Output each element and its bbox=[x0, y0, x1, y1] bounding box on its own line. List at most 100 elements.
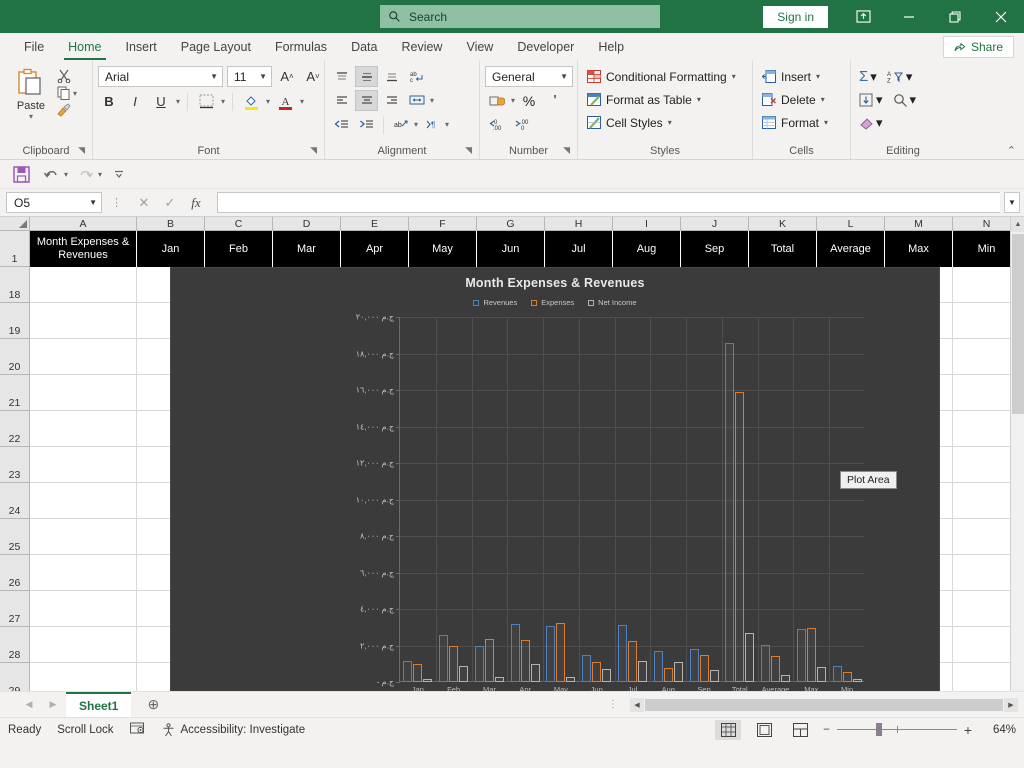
cell-B1[interactable]: Jan bbox=[137, 231, 205, 267]
bar-revenues-max[interactable] bbox=[796, 629, 806, 682]
scroll-left-button[interactable]: ◀ bbox=[630, 697, 644, 712]
formula-input[interactable] bbox=[217, 192, 1000, 213]
cell-C1[interactable]: Feb bbox=[205, 231, 273, 267]
bar-net-income-may[interactable] bbox=[566, 677, 576, 682]
tab-help[interactable]: Help bbox=[586, 34, 636, 60]
row-header-23[interactable]: 23 bbox=[0, 447, 29, 483]
number-format-select[interactable]: General ▼ bbox=[485, 66, 573, 87]
align-middle-button[interactable] bbox=[355, 66, 378, 87]
column-header-m[interactable]: M bbox=[885, 217, 953, 230]
scroll-up-button[interactable]: ▲ bbox=[1011, 217, 1024, 232]
font-name-select[interactable]: Arial ▼ bbox=[98, 66, 223, 87]
autosum-button[interactable]: Σ ▾ bbox=[856, 66, 880, 87]
fill-color-button[interactable] bbox=[240, 91, 262, 112]
clipboard-dialog-launcher[interactable]: ◥ bbox=[78, 142, 85, 158]
bar-revenues-apr[interactable] bbox=[510, 623, 520, 682]
increase-decimal-button[interactable]: .00 0 bbox=[511, 114, 535, 135]
undo-button[interactable] bbox=[38, 162, 64, 186]
tab-file[interactable]: File bbox=[12, 34, 56, 60]
tab-formulas[interactable]: Formulas bbox=[263, 34, 339, 60]
column-header-l[interactable]: L bbox=[817, 217, 885, 230]
bar-net-income-total[interactable] bbox=[745, 632, 755, 682]
bar-net-income-jul[interactable] bbox=[637, 661, 647, 682]
sheet-tab-sheet1[interactable]: Sheet1 bbox=[66, 692, 132, 717]
chevron-down-icon[interactable]: ▾ bbox=[29, 112, 33, 121]
sign-in-button[interactable]: Sign in bbox=[763, 5, 828, 28]
tab-view[interactable]: View bbox=[454, 34, 505, 60]
accessibility-status[interactable]: Accessibility: Investigate bbox=[161, 722, 305, 737]
add-sheet-icon[interactable]: ⊕ bbox=[141, 694, 165, 716]
font-color-button[interactable]: A bbox=[274, 91, 296, 112]
grow-font-button[interactable]: A ˄ bbox=[276, 66, 298, 87]
search-input[interactable]: Search bbox=[380, 5, 660, 28]
vertical-scrollbar[interactable]: ▲ bbox=[1010, 217, 1024, 691]
chevron-down-icon[interactable]: ▾ bbox=[511, 96, 515, 105]
zoom-slider[interactable]: − + bbox=[823, 722, 972, 738]
redo-button[interactable] bbox=[72, 162, 98, 186]
cell-E1[interactable]: Apr bbox=[341, 231, 409, 267]
clear-button[interactable]: ▾ bbox=[856, 112, 886, 133]
zoom-in-button[interactable]: + bbox=[964, 722, 972, 738]
bar-revenues-average[interactable] bbox=[761, 644, 771, 682]
chevron-down-icon[interactable]: ▾ bbox=[176, 97, 180, 106]
save-button[interactable] bbox=[8, 162, 34, 186]
next-sheet-icon[interactable]: ▶ bbox=[42, 694, 64, 716]
tab-developer[interactable]: Developer bbox=[505, 34, 586, 60]
chevron-down-icon[interactable]: ▾ bbox=[414, 120, 418, 129]
underline-button[interactable]: U bbox=[150, 91, 172, 112]
bar-net-income-min[interactable] bbox=[852, 679, 862, 682]
cell-M1[interactable]: Max bbox=[885, 231, 953, 267]
bar-net-income-apr[interactable] bbox=[530, 663, 540, 682]
chevron-down-icon[interactable]: ▾ bbox=[221, 97, 225, 106]
legend-item-expenses[interactable]: Expenses bbox=[531, 298, 574, 307]
format-cells-button[interactable]: Format ▾ bbox=[758, 112, 832, 133]
row-header-1[interactable]: 1 bbox=[0, 231, 29, 267]
bar-net-income-max[interactable] bbox=[816, 666, 826, 682]
merge-and-center-button[interactable] bbox=[405, 90, 428, 111]
bar-expenses-aug[interactable] bbox=[663, 668, 673, 682]
page-layout-view-icon[interactable] bbox=[751, 720, 777, 740]
row-header-29[interactable]: 29 bbox=[0, 663, 29, 691]
close-icon[interactable] bbox=[978, 0, 1024, 33]
row-header-26[interactable]: 26 bbox=[0, 555, 29, 591]
scroll-right-button[interactable]: ▶ bbox=[1004, 697, 1018, 712]
legend-item-revenues[interactable]: Revenues bbox=[473, 298, 517, 307]
bar-revenues-jun[interactable] bbox=[582, 654, 592, 682]
minimize-icon[interactable] bbox=[886, 0, 932, 33]
chevron-down-icon[interactable]: ▾ bbox=[430, 96, 434, 105]
cell-A1[interactable]: Month Expenses & Revenues bbox=[30, 231, 137, 267]
decrease-indent-button[interactable] bbox=[330, 114, 353, 135]
bar-revenues-min[interactable] bbox=[832, 665, 842, 682]
row-header-27[interactable]: 27 bbox=[0, 591, 29, 627]
ribbon-display-options-icon[interactable] bbox=[840, 0, 886, 33]
alignment-dialog-launcher[interactable]: ◥ bbox=[465, 142, 472, 158]
chevron-down-icon[interactable]: ▾ bbox=[73, 89, 77, 98]
row-header-25[interactable]: 25 bbox=[0, 519, 29, 555]
comma-style-button[interactable]: ' bbox=[543, 90, 567, 111]
chevron-down-icon[interactable]: ▾ bbox=[445, 120, 449, 129]
increase-indent-button[interactable] bbox=[355, 114, 378, 135]
legend-item-net-income[interactable]: Net Income bbox=[588, 298, 637, 307]
align-top-button[interactable] bbox=[330, 66, 353, 87]
bold-button[interactable]: B bbox=[98, 91, 120, 112]
sort-and-filter-button[interactable]: A Z ▾ bbox=[884, 66, 916, 87]
column-header-e[interactable]: E bbox=[341, 217, 409, 230]
customize-quick-access-toolbar-icon[interactable] bbox=[106, 162, 132, 186]
vertical-scroll-thumb[interactable] bbox=[1012, 234, 1024, 414]
find-and-select-button[interactable]: ▾ bbox=[890, 89, 920, 110]
bar-expenses-apr[interactable] bbox=[520, 640, 530, 682]
expand-formula-bar-icon[interactable]: ▼ bbox=[1004, 192, 1020, 213]
select-all-corner[interactable] bbox=[0, 217, 30, 231]
bar-revenues-aug[interactable] bbox=[653, 650, 663, 682]
row-header-19[interactable]: 19 bbox=[0, 303, 29, 339]
chevron-down-icon[interactable]: ▾ bbox=[64, 170, 68, 179]
chevron-down-icon[interactable]: ▾ bbox=[266, 97, 270, 106]
conditional-formatting-button[interactable]: Conditional Formatting ▾ bbox=[583, 66, 740, 87]
restore-icon[interactable] bbox=[932, 0, 978, 33]
page-break-preview-icon[interactable] bbox=[787, 720, 813, 740]
bar-expenses-max[interactable] bbox=[806, 628, 816, 682]
number-dialog-launcher[interactable]: ◥ bbox=[563, 142, 570, 158]
row-header-21[interactable]: 21 bbox=[0, 375, 29, 411]
bar-revenues-may[interactable] bbox=[546, 626, 556, 682]
horizontal-scrollbar[interactable]: ◀ ▶ bbox=[630, 697, 1018, 712]
